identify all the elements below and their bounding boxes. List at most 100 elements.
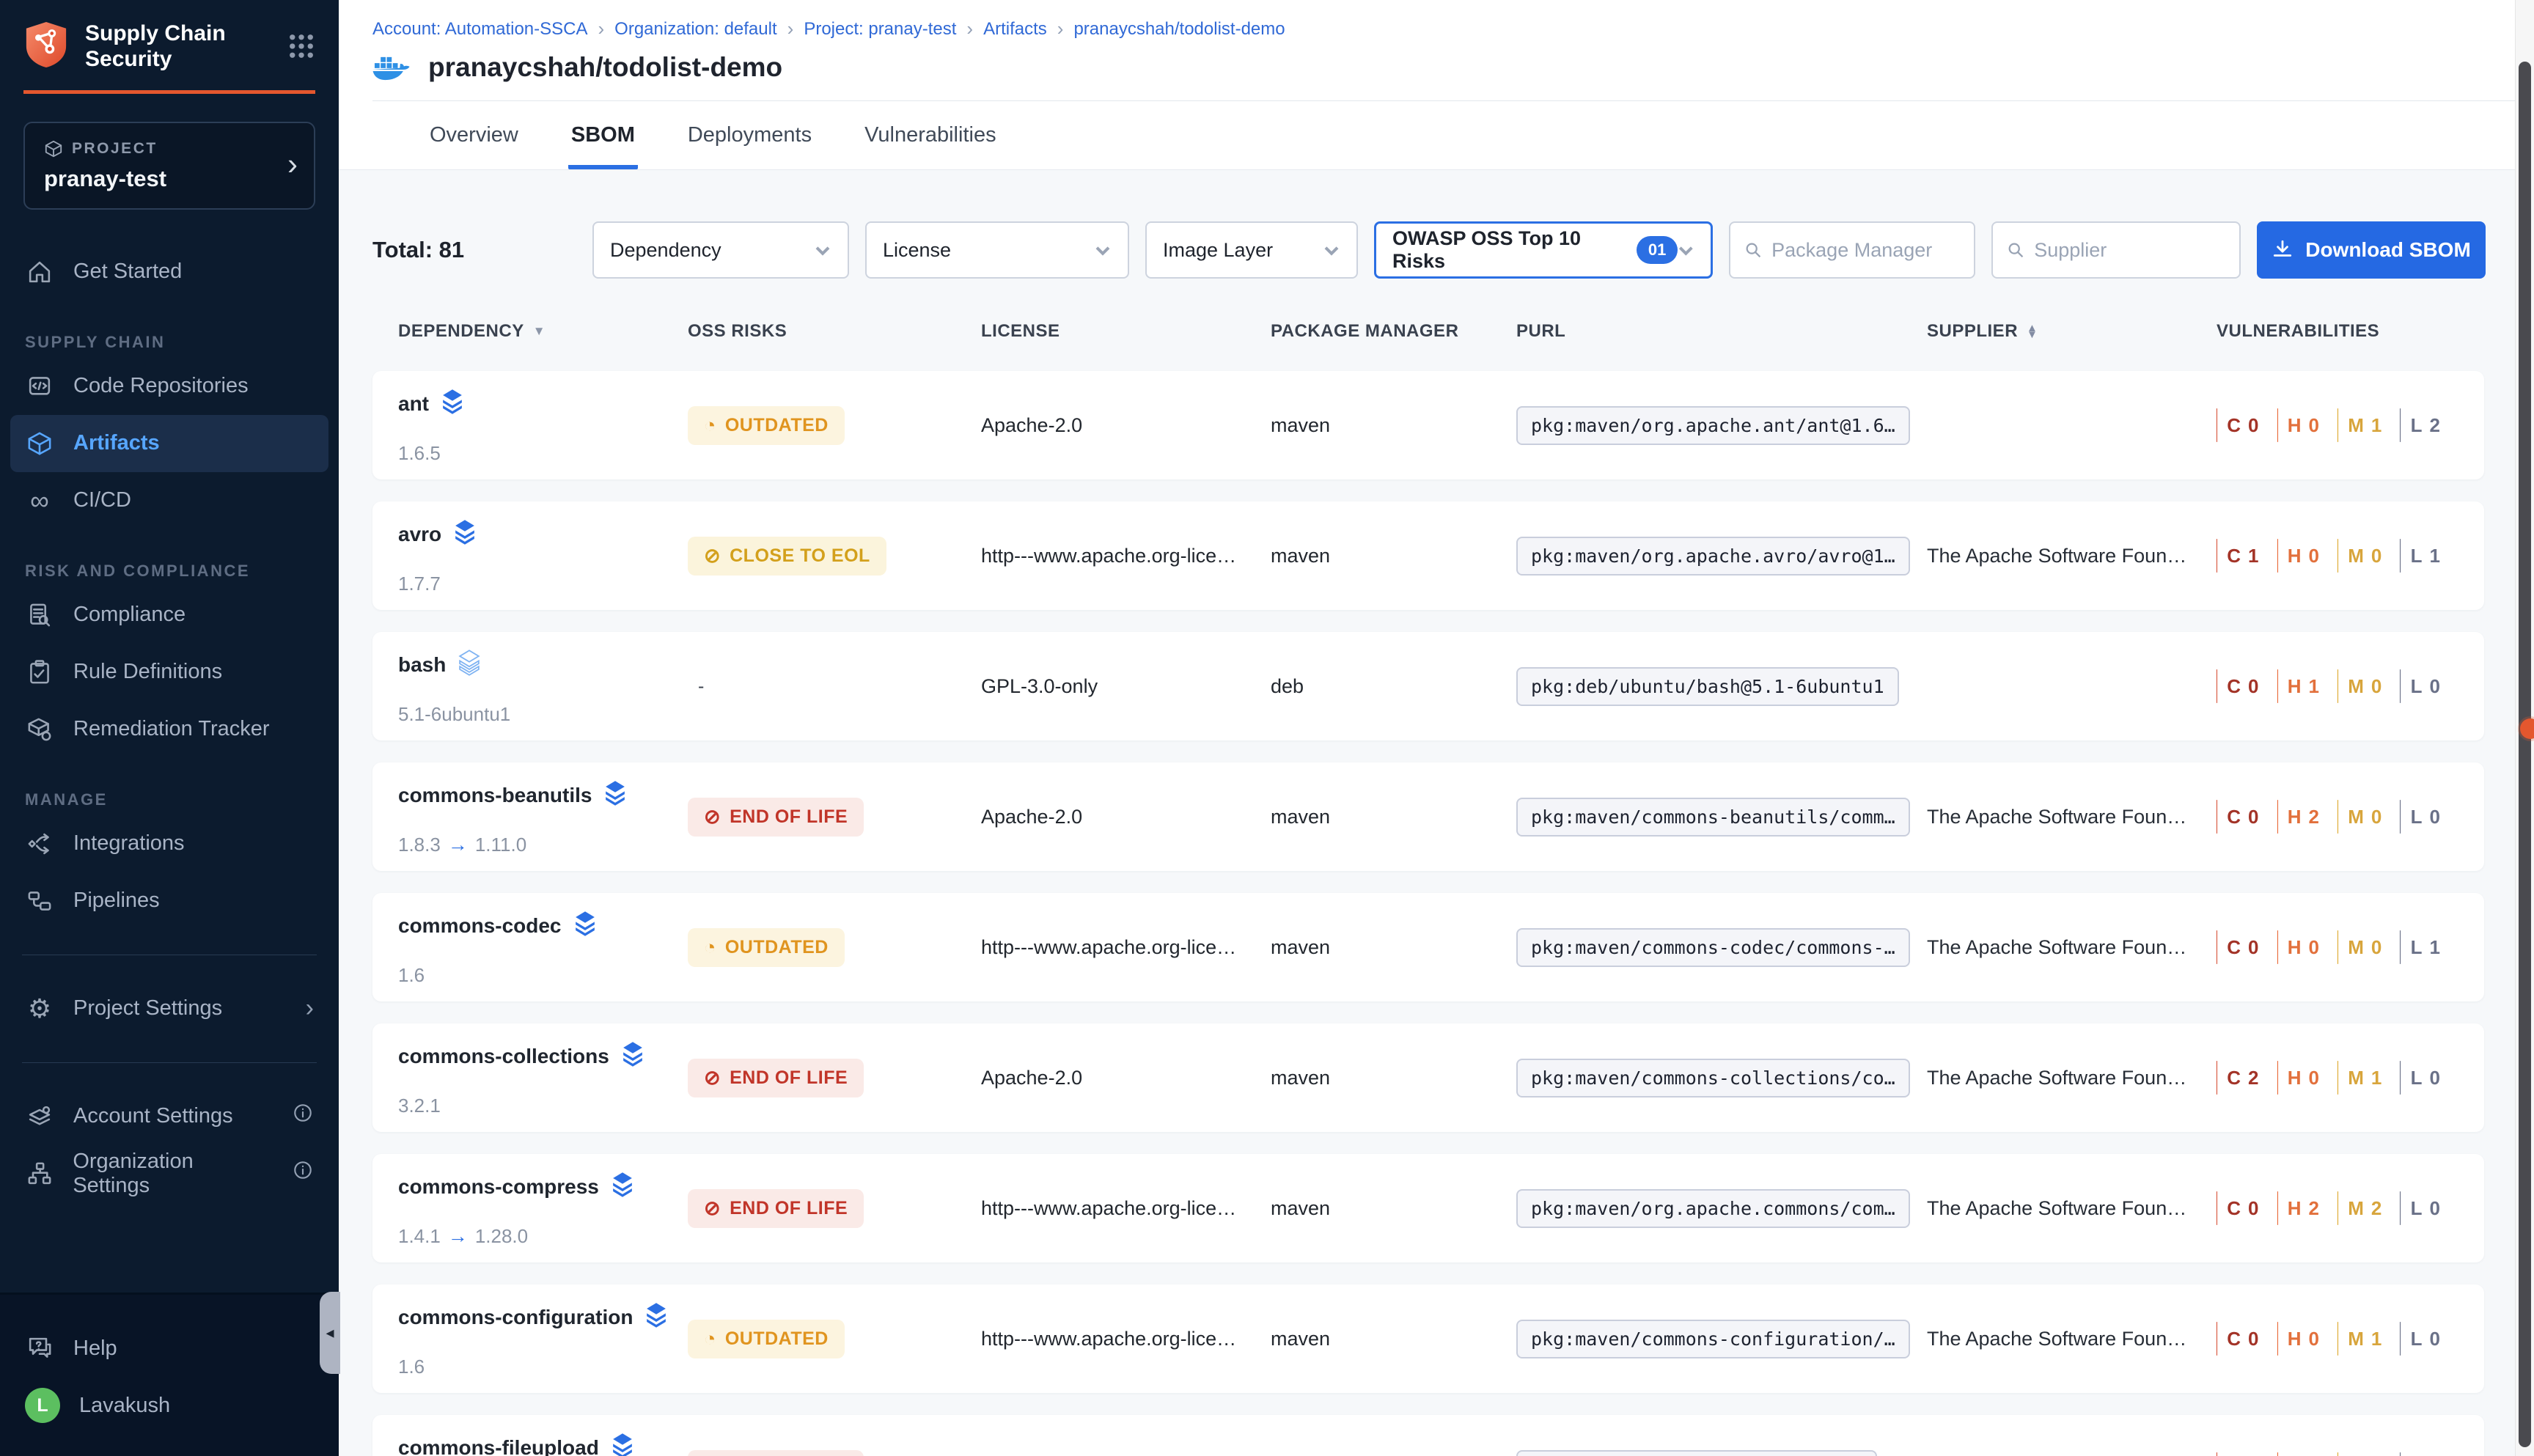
- purl-value: pkg:deb/ubuntu/bash@5.1-6ubuntu1: [1516, 667, 1899, 706]
- risk-status-icon: ⊘: [704, 1068, 721, 1088]
- dependency-name: commons-collections: [398, 1045, 609, 1068]
- sidebar-item-code-repositories[interactable]: Code Repositories: [0, 358, 339, 415]
- dependency-version: 1.8.3 → 1.11.0: [398, 834, 688, 856]
- sort-desc-icon[interactable]: ▼: [533, 324, 546, 339]
- scrollbar-thumb[interactable]: [2519, 62, 2531, 1447]
- table-row[interactable]: ant 1.6.5 ◔: [372, 371, 2484, 479]
- sidebar-item-compliance[interactable]: Compliance: [0, 587, 339, 644]
- sidebar-item-label: Get Started: [73, 260, 182, 284]
- vulnerabilities-cell: C0 H2 M0 L0: [2217, 800, 2458, 834]
- risk-label: OUTDATED: [725, 1328, 829, 1350]
- supplier-search-input[interactable]: [2034, 239, 2226, 262]
- oss-risk-cell: ⊘ CLOSE TO EOL: [688, 537, 981, 576]
- medium-count: M1: [2348, 1067, 2382, 1089]
- vulnerabilities-cell: C2 H0 M1 L0: [2217, 1061, 2458, 1095]
- table-row[interactable]: bash 5.1-6ubuntu1: [372, 632, 2484, 740]
- license-cell: http---www.apache.org-lice…: [981, 936, 1271, 959]
- sidebar-item-integrations[interactable]: Integrations: [0, 815, 339, 872]
- breadcrumb: Account: Automation-SSCA › Organization:…: [372, 18, 2534, 40]
- chevron-down-icon: [1323, 244, 1340, 256]
- license-cell: http---www.apache.org-lice…: [981, 545, 1271, 567]
- image-layer-filter-dropdown[interactable]: Image Layer: [1145, 221, 1358, 279]
- supplier-cell: The Apache Software Foun…: [1927, 1328, 2217, 1350]
- info-icon[interactable]: [292, 1102, 314, 1130]
- app-switcher-icon[interactable]: [286, 31, 317, 62]
- table-row[interactable]: avro 1.7.7 ⊘: [372, 501, 2484, 610]
- dependency-cell: commons-fileupload: [398, 1415, 688, 1456]
- license-filter-dropdown[interactable]: License: [865, 221, 1129, 279]
- purl-cell: pkg:maven/org.apache.ant/ant@1.6…: [1516, 406, 1927, 445]
- table-row[interactable]: commons-collections 3.2.1: [372, 1023, 2484, 1132]
- sidebar-item-remediation-tracker[interactable]: Remediation Tracker: [0, 701, 339, 758]
- sidebar-item-organization-settings[interactable]: Organization Settings: [0, 1145, 339, 1202]
- tab-vulnerabilities[interactable]: Vulnerabilities: [862, 101, 999, 169]
- dependency-filter-dropdown[interactable]: Dependency: [592, 221, 849, 279]
- sidebar-item-get-started[interactable]: Get Started: [0, 243, 339, 301]
- column-oss-risks: OSS RISKS: [688, 321, 981, 342]
- download-sbom-button[interactable]: Download SBOM: [2257, 221, 2486, 279]
- chevron-right-icon: ›: [306, 994, 314, 1023]
- critical-count: C0: [2227, 936, 2259, 959]
- table-row[interactable]: commons-beanutils 1.8.3 → 1.11.0: [372, 762, 2484, 871]
- dependency-cell: commons-compress 1.4.1 → 1.28.0: [398, 1154, 688, 1262]
- sidebar-item-help[interactable]: Help: [0, 1320, 339, 1377]
- dropdown-label: OWASP OSS Top 10 Risks: [1392, 227, 1625, 273]
- breadcrumb-organization[interactable]: Organization: default: [614, 19, 776, 40]
- sidebar-item-artifacts[interactable]: Artifacts: [10, 415, 328, 472]
- package-manager-cell: maven: [1271, 414, 1516, 437]
- risk-badge: ⊘ END OF LIFE: [688, 1450, 864, 1456]
- table-row[interactable]: commons-configuration 1.6: [372, 1284, 2484, 1393]
- tab-overview[interactable]: Overview: [427, 101, 521, 169]
- risk-status-icon: ◔: [704, 416, 716, 435]
- sidebar-item-account-settings[interactable]: Account Settings: [0, 1088, 339, 1145]
- tab-sbom[interactable]: SBOM: [568, 101, 638, 169]
- purl-cell: pkg:maven/commons-fileupload/…: [1516, 1450, 1927, 1456]
- sidebar-item-cicd[interactable]: ∞ CI/CD: [0, 472, 339, 529]
- breadcrumb-current[interactable]: pranaycshah/todolist-demo: [1073, 19, 1285, 40]
- chevron-right-icon[interactable]: ›: [287, 147, 298, 182]
- license-cell: http---www.apache.org-lice…: [981, 1328, 1271, 1350]
- sidebar-collapse-handle[interactable]: ◂: [320, 1292, 340, 1374]
- layers-icon: [621, 1041, 644, 1071]
- owasp-risks-filter-dropdown[interactable]: OWASP OSS Top 10 Risks 01: [1374, 221, 1713, 279]
- breadcrumb-project[interactable]: Project: pranay-test: [804, 19, 956, 40]
- info-icon[interactable]: [292, 1159, 314, 1188]
- package-manager-search-input[interactable]: [1771, 239, 1961, 262]
- sidebar-item-rule-definitions[interactable]: Rule Definitions: [0, 644, 339, 701]
- dependency-version: 1.4.1 → 1.28.0: [398, 1225, 688, 1248]
- sidebar-item-label: Account Settings: [73, 1104, 233, 1128]
- layers-icon: [441, 389, 464, 419]
- critical-count: C1: [2227, 545, 2259, 567]
- column-license: LICENSE: [981, 321, 1271, 342]
- purl-value: pkg:maven/commons-collections/co…: [1516, 1059, 1910, 1097]
- sidebar-item-project-settings[interactable]: ⚙ Project Settings ›: [0, 980, 339, 1037]
- high-count: H1: [2288, 675, 2320, 698]
- dependency-name: commons-codec: [398, 914, 562, 938]
- table-row[interactable]: commons-codec 1.6 ◔: [372, 893, 2484, 1001]
- sort-toggle-icon[interactable]: ▲▼: [2027, 325, 2038, 339]
- sidebar-item-label: Compliance: [73, 603, 186, 627]
- sidebar-item-label: Pipelines: [73, 889, 160, 913]
- layers-icon: [453, 519, 477, 549]
- oss-risk-cell: ⊘ END OF LIFE: [688, 1450, 981, 1456]
- main-content: Account: Automation-SSCA › Organization:…: [339, 0, 2534, 1456]
- risk-badge: ◔ OUTDATED: [688, 406, 845, 445]
- breadcrumb-artifacts[interactable]: Artifacts: [983, 19, 1047, 40]
- table-row[interactable]: commons-compress 1.4.1 → 1.28.0: [372, 1154, 2484, 1262]
- risk-badge: ⊘ END OF LIFE: [688, 1189, 864, 1228]
- vulnerabilities-cell: C0 H1 M0 L0: [2217, 669, 2458, 703]
- project-selector[interactable]: PROJECT pranay-test ›: [23, 122, 315, 210]
- user-menu[interactable]: L Lavakush: [0, 1377, 339, 1434]
- oss-risk-cell: ⊘ END OF LIFE: [688, 798, 981, 837]
- low-count: L1: [2411, 936, 2441, 959]
- dependency-name: commons-beanutils: [398, 784, 592, 807]
- high-count: H0: [2288, 1328, 2320, 1350]
- filter-count-badge: 01: [1637, 236, 1678, 264]
- high-count: H0: [2288, 545, 2320, 567]
- sidebar-item-pipelines[interactable]: Pipelines: [0, 872, 339, 930]
- dependency-name: commons-configuration: [398, 1306, 633, 1329]
- table-row[interactable]: commons-fileupload ⊘: [372, 1415, 2484, 1456]
- tab-deployments[interactable]: Deployments: [685, 101, 815, 169]
- breadcrumb-account[interactable]: Account: Automation-SSCA: [372, 19, 587, 40]
- dependency-cell: commons-codec 1.6: [398, 893, 688, 1001]
